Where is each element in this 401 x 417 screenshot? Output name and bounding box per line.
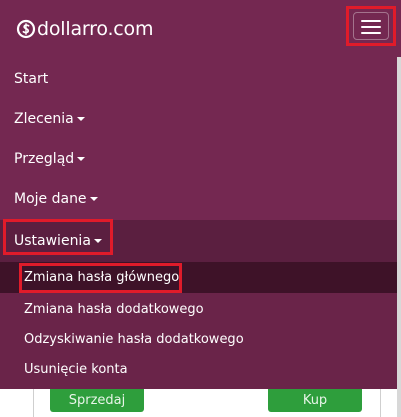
- menu-item-przeglad[interactable]: Przegląd: [0, 139, 401, 179]
- panel-border: [380, 389, 381, 417]
- menu-item-start[interactable]: Start: [0, 59, 401, 99]
- submenu-item-label: Usunięcie konta: [24, 361, 128, 377]
- brand-logo[interactable]: dollarro.com: [16, 18, 153, 40]
- menu-item-label: Przegląd: [14, 151, 75, 167]
- page-content-peek: Sprzedaj Kup: [0, 389, 401, 417]
- caret-down-icon: [77, 157, 86, 161]
- settings-submenu: Zmiana hasła głównego Zmiana hasła dodat…: [0, 262, 401, 389]
- menu-item-label: Start: [14, 71, 49, 87]
- change-password-highlight: [19, 263, 182, 293]
- menu-item-moje-dane[interactable]: Moje dane: [0, 179, 401, 219]
- menu-toggle-button[interactable]: [353, 12, 389, 40]
- panel-border: [33, 389, 34, 417]
- submenu-item-label: Zmiana hasła dodatkowego: [24, 301, 204, 317]
- buy-button[interactable]: Kup: [268, 389, 362, 412]
- submenu-item-delete-account[interactable]: Usunięcie konta: [0, 354, 401, 384]
- scrollbar[interactable]: [397, 57, 401, 417]
- submenu-item-label: Odzyskiwanie hasła dodatkowego: [24, 331, 244, 347]
- caret-down-icon: [89, 197, 98, 201]
- submenu-item-change-additional-password[interactable]: Zmiana hasła dodatkowego: [0, 294, 401, 324]
- brand-text: dollarro.com: [37, 18, 154, 40]
- submenu-item-recover-additional-password[interactable]: Odzyskiwanie hasła dodatkowego: [0, 324, 401, 354]
- menu-item-label: Zlecenia: [14, 111, 74, 127]
- ustawienia-highlight: [3, 219, 113, 255]
- menu-item-label: Moje dane: [14, 191, 87, 207]
- dollar-circle-icon: [16, 19, 36, 39]
- navbar: dollarro.com: [0, 0, 401, 57]
- caret-down-icon: [76, 117, 85, 121]
- toggler-highlight: [346, 6, 396, 46]
- buy-button-label: Kup: [302, 393, 328, 408]
- menu-item-zlecenia[interactable]: Zlecenia: [0, 99, 401, 139]
- sell-button-label: Sprzedaj: [68, 393, 126, 408]
- sell-button[interactable]: Sprzedaj: [50, 389, 144, 412]
